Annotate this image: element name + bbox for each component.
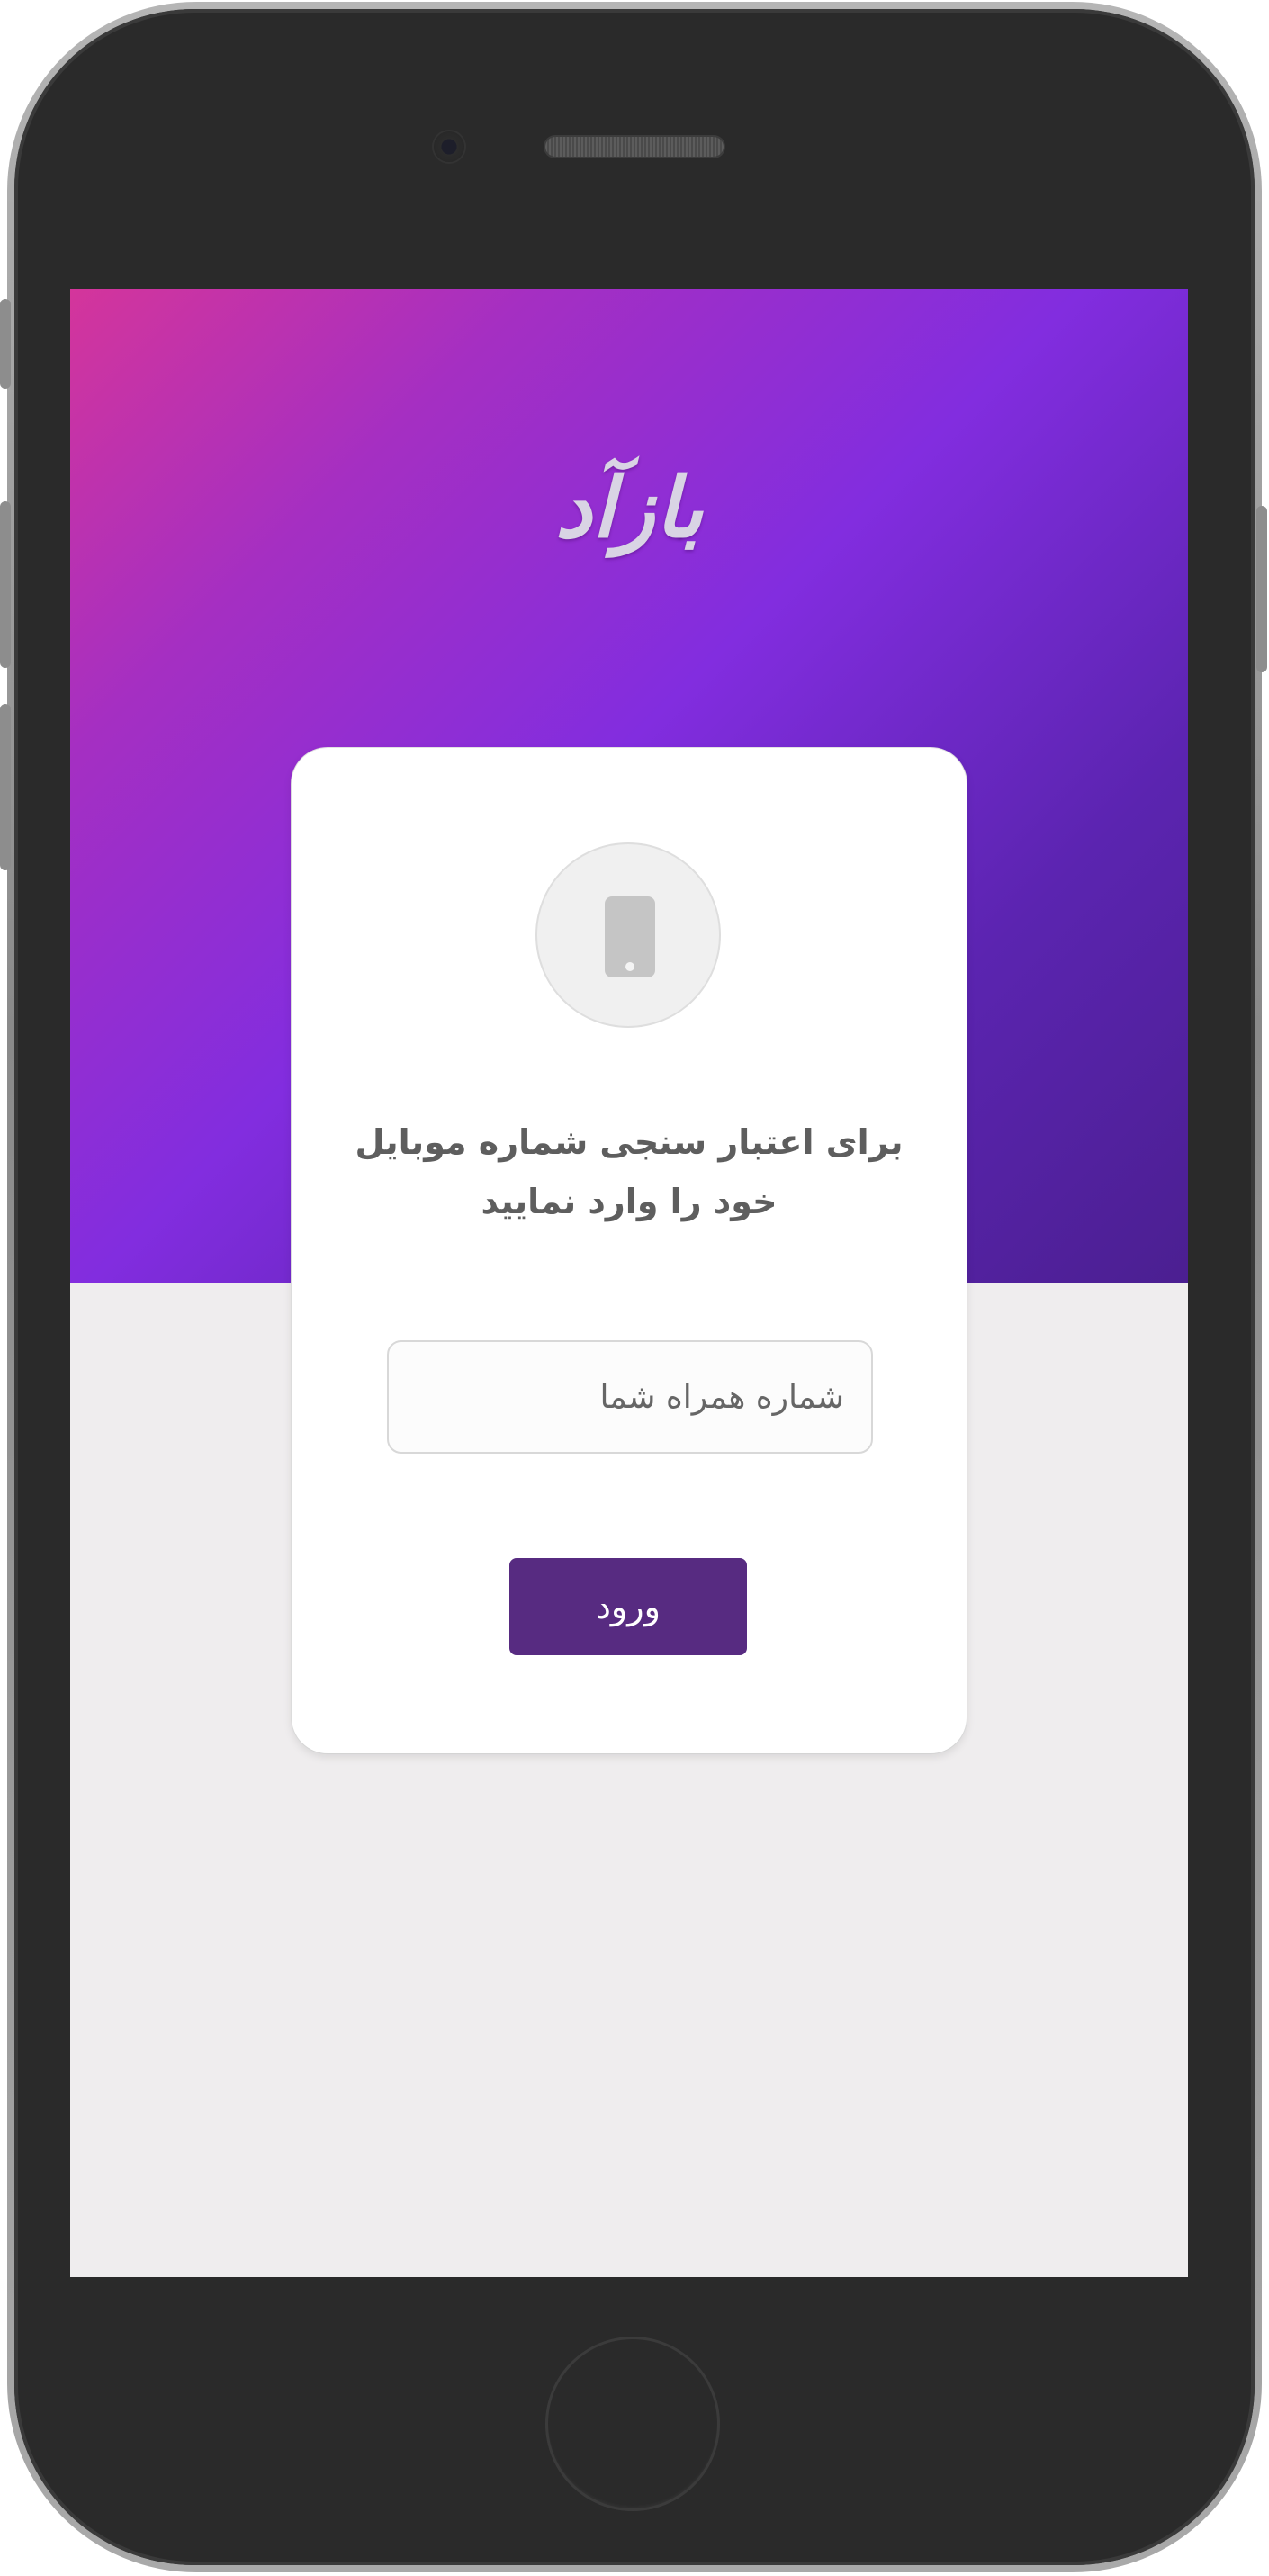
login-button[interactable]: ورود <box>509 1558 747 1655</box>
mobile-icon-circle <box>536 842 721 1028</box>
app-logo: بازآد <box>554 460 704 556</box>
phone-number-input[interactable] <box>387 1340 873 1454</box>
login-card: برای اعتبار سنجی شماره موبایل خود را وار… <box>292 748 967 1753</box>
app-screen: بازآد برای اعتبار سنجی شماره موبایل خود … <box>70 289 1188 2277</box>
card-title: برای اعتبار سنجی شماره موبایل خود را وار… <box>346 1112 913 1231</box>
card-title-line-1: برای اعتبار سنجی شماره موبایل <box>355 1122 904 1162</box>
volume-up-button <box>0 501 11 668</box>
earpiece-speaker <box>545 137 724 157</box>
mute-switch <box>0 299 11 389</box>
card-title-line-2: خود را وارد نمایید <box>481 1182 778 1221</box>
volume-down-button <box>0 704 11 870</box>
mobile-phone-icon <box>605 896 655 977</box>
front-camera-icon <box>434 131 464 162</box>
home-button <box>545 2337 720 2511</box>
power-button <box>1256 506 1267 672</box>
